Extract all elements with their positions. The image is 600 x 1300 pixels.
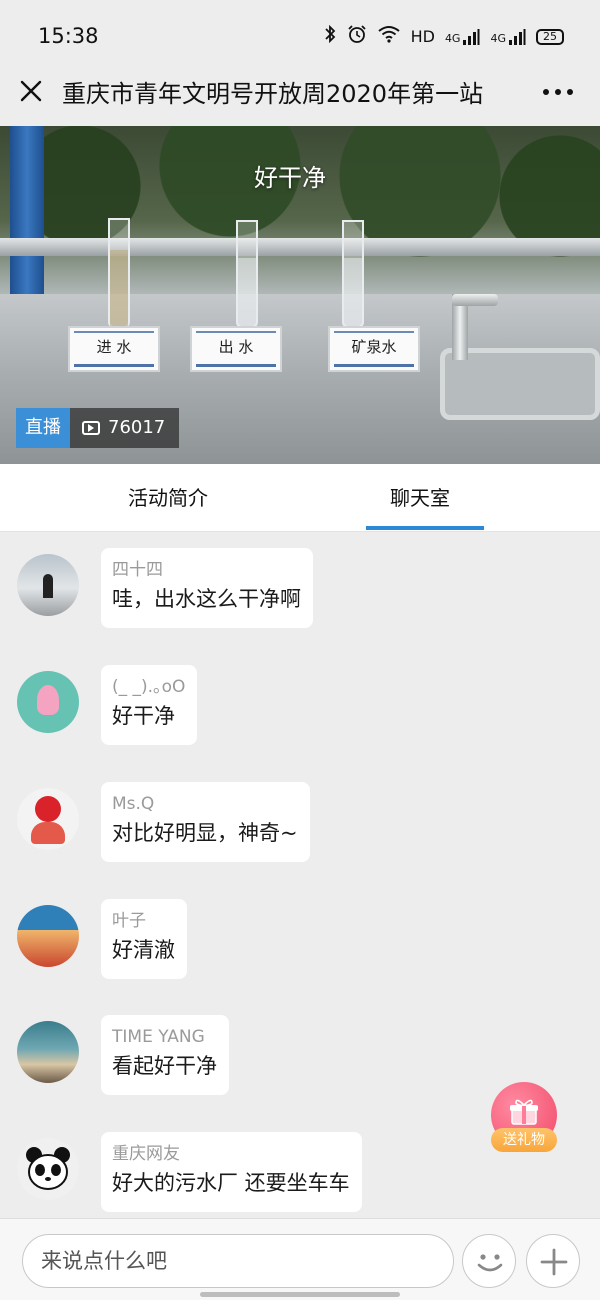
video-caption: 好干净 [254,164,326,192]
message-username: TIME YANG [112,1027,205,1047]
status-icons: HD 4G 4G 25 [323,24,564,49]
network-label: 4G [444,31,461,45]
message-bubble: TIME YANG 看起好干净 [101,1015,229,1095]
nav-bar: 重庆市青年文明号开放周2020年第一站 [0,70,600,126]
video-faucet-arm [452,294,498,306]
chat-message: 叶子 好清澈 [0,883,600,983]
label-card-mineral: 矿泉水 [328,326,420,372]
message-text: 好清澈 [112,938,175,962]
chat-input[interactable] [22,1234,454,1288]
active-tab-indicator [366,526,484,530]
message-text: 好干净 [112,704,175,728]
gift-label: 送礼物 [491,1128,557,1152]
tab-bar: 活动简介 聊天室 [0,464,600,532]
message-bubble: Ms.Q 对比好明显，神奇~ [101,782,310,862]
status-bar: 15:38 HD 4G 4G 25 [0,0,600,70]
message-text: 哇，出水这么干净啊 [112,587,301,611]
avatar[interactable] [17,671,79,733]
message-username: Ms.Q [112,794,155,814]
smiley-icon [477,1254,503,1272]
network-label-2: 4G [490,31,506,45]
sample-tube-inlet [108,218,130,328]
avatar[interactable] [17,554,79,616]
send-gift-button[interactable]: 送礼物 [491,1082,559,1154]
battery-icon: 25 [536,28,564,45]
view-count: 76017 [70,408,180,448]
chat-message: Ms.Q 对比好明显，神奇~ [0,766,600,866]
tab-intro[interactable]: 活动简介 [128,482,208,511]
label-card-inlet: 进 水 [68,326,160,372]
status-time: 15:38 [38,24,99,48]
avatar[interactable] [17,788,79,850]
avatar[interactable] [17,905,79,967]
sample-tube-mineral [342,220,364,328]
message-text: 对比好明显，神奇~ [112,821,298,845]
signal-icon: 4G [444,28,481,45]
live-tag: 直播 [16,408,70,448]
message-username: 四十四 [112,560,163,580]
chat-message: (_ _).｡oO 好干净 [0,649,600,749]
message-text: 好大的污水厂 还要坐车车 [112,1171,350,1195]
plus-icon [540,1248,568,1276]
gift-icon [510,1099,538,1125]
panda-icon [26,1147,70,1190]
input-bar [0,1218,600,1300]
message-bubble: 重庆网友 好大的污水厂 还要坐车车 [101,1132,362,1212]
message-bubble: 叶子 好清澈 [101,899,187,979]
page-title: 重庆市青年文明号开放周2020年第一站 [62,80,484,108]
avatar[interactable] [17,1138,79,1200]
live-video-player[interactable]: 进 水 出 水 矿泉水 好干净 直播 76017 [0,126,600,464]
signal-icon-2: 4G [490,28,526,45]
view-count-value: 76017 [108,417,166,438]
wifi-icon [377,25,401,48]
message-username: 叶子 [112,911,146,931]
add-button[interactable] [526,1234,580,1288]
tab-chatroom[interactable]: 聊天室 [390,482,450,511]
hd-indicator: HD [410,27,435,46]
message-bubble: 四十四 哇，出水这么干净啊 [101,548,313,628]
more-icon[interactable] [542,78,574,98]
close-icon[interactable] [14,74,48,108]
message-username: (_ _).｡oO [112,677,186,697]
home-indicator [200,1292,400,1297]
video-railing [0,238,600,256]
play-icon [82,421,100,435]
sample-tube-outlet [236,220,258,328]
avatar[interactable] [17,1021,79,1083]
bluetooth-icon [323,24,337,48]
message-username: 重庆网友 [112,1144,180,1164]
live-badge: 直播 76017 [16,408,180,448]
message-bubble: (_ _).｡oO 好干净 [101,665,198,745]
label-card-outlet: 出 水 [190,326,282,372]
emoji-button[interactable] [462,1234,516,1288]
message-text: 看起好干净 [112,1054,217,1078]
chat-message: 四十四 哇，出水这么干净啊 [0,532,600,632]
alarm-icon [347,24,367,49]
